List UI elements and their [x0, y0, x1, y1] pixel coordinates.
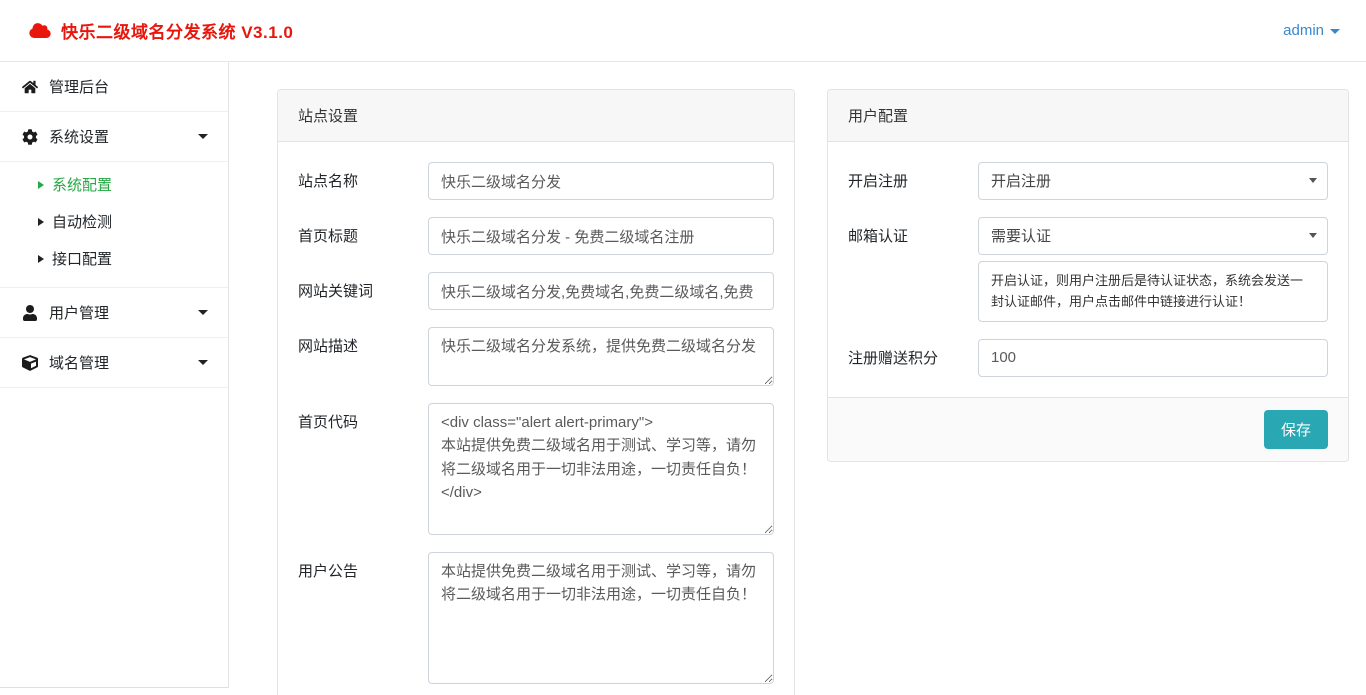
user-name: admin: [1283, 22, 1324, 39]
main-content: 站点设置 站点名称 首页标题 网站关键词: [229, 62, 1365, 695]
brand-link[interactable]: 快乐二级域名分发系统 V3.1.0: [28, 18, 293, 43]
gear-icon: [22, 129, 39, 145]
user-icon: [22, 305, 39, 321]
home-title-label: 首页标题: [298, 217, 428, 255]
chevron-down-icon: [1330, 29, 1340, 34]
site-description-label: 网站描述: [298, 327, 428, 386]
top-header: 快乐二级域名分发系统 V3.1.0 admin: [0, 0, 1366, 62]
site-name-label: 站点名称: [298, 162, 428, 200]
sidebar: 管理后台 系统设置 系统配置 自动检测 接口配置: [0, 62, 229, 688]
register-points-input[interactable]: [978, 339, 1328, 377]
caret-right-icon: [38, 218, 44, 226]
user-config-card: 用户配置 开启注册 开启注册 邮箱认证: [827, 89, 1349, 462]
site-name-input[interactable]: [428, 162, 774, 200]
home-icon: [22, 79, 39, 95]
sidebar-label-auto-check: 自动检测: [52, 211, 112, 232]
sidebar-label-user-management: 用户管理: [49, 302, 198, 323]
system-settings-submenu: 系统配置 自动检测 接口配置: [0, 162, 228, 288]
sidebar-label-api-config: 接口配置: [52, 248, 112, 269]
sidebar-label-domain-management: 域名管理: [49, 352, 198, 373]
sidebar-item-user-management[interactable]: 用户管理: [0, 288, 228, 338]
site-settings-card: 站点设置 站点名称 首页标题 网站关键词: [277, 89, 795, 695]
brand-title: 快乐二级域名分发系统 V3.1.0: [61, 18, 293, 43]
sidebar-item-system-settings[interactable]: 系统设置: [0, 112, 228, 162]
keywords-label: 网站关键词: [298, 272, 428, 310]
sidebar-label-system-settings: 系统设置: [49, 126, 198, 147]
cube-icon: [22, 355, 39, 371]
home-code-textarea[interactable]: <div class="alert alert-primary"> 本站提供免费…: [428, 403, 774, 535]
sidebar-item-dashboard[interactable]: 管理后台: [0, 62, 228, 112]
site-settings-card-title: 站点设置: [278, 90, 794, 142]
sidebar-item-api-config[interactable]: 接口配置: [0, 240, 228, 277]
home-title-input[interactable]: [428, 217, 774, 255]
cloud-icon: [28, 22, 52, 39]
user-notice-textarea[interactable]: 本站提供免费二级域名用于测试、学习等，请勿将二级域名用于一切非法用途，一切责任自…: [428, 552, 774, 684]
user-dropdown[interactable]: admin: [1283, 22, 1340, 39]
save-button[interactable]: 保存: [1264, 410, 1328, 449]
sidebar-item-system-config[interactable]: 系统配置: [0, 166, 228, 203]
user-config-card-title: 用户配置: [828, 90, 1348, 142]
email-verify-help-text: 开启认证，则用户注册后是待认证状态，系统会发送一封认证邮件，用户点击邮件中链接进…: [978, 261, 1328, 322]
keywords-input[interactable]: [428, 272, 774, 310]
chevron-down-icon: [198, 360, 208, 365]
register-toggle-select[interactable]: 开启注册: [978, 162, 1328, 200]
home-code-label: 首页代码: [298, 403, 428, 535]
site-description-textarea[interactable]: 快乐二级域名分发系统，提供免费二级域名分发: [428, 327, 774, 386]
email-verify-select[interactable]: 需要认证: [978, 217, 1328, 255]
register-toggle-label: 开启注册: [848, 162, 978, 200]
sidebar-item-auto-check[interactable]: 自动检测: [0, 203, 228, 240]
user-config-card-footer: 保存: [828, 397, 1348, 461]
chevron-down-icon: [198, 134, 208, 139]
chevron-down-icon: [198, 310, 208, 315]
sidebar-item-domain-management[interactable]: 域名管理: [0, 338, 228, 388]
sidebar-label-system-config: 系统配置: [52, 174, 112, 195]
email-verify-label: 邮箱认证: [848, 217, 978, 322]
caret-right-icon: [38, 255, 44, 263]
sidebar-label-dashboard: 管理后台: [49, 76, 208, 97]
register-points-label: 注册赠送积分: [848, 339, 978, 377]
user-notice-label: 用户公告: [298, 552, 428, 684]
caret-right-icon: [38, 181, 44, 189]
